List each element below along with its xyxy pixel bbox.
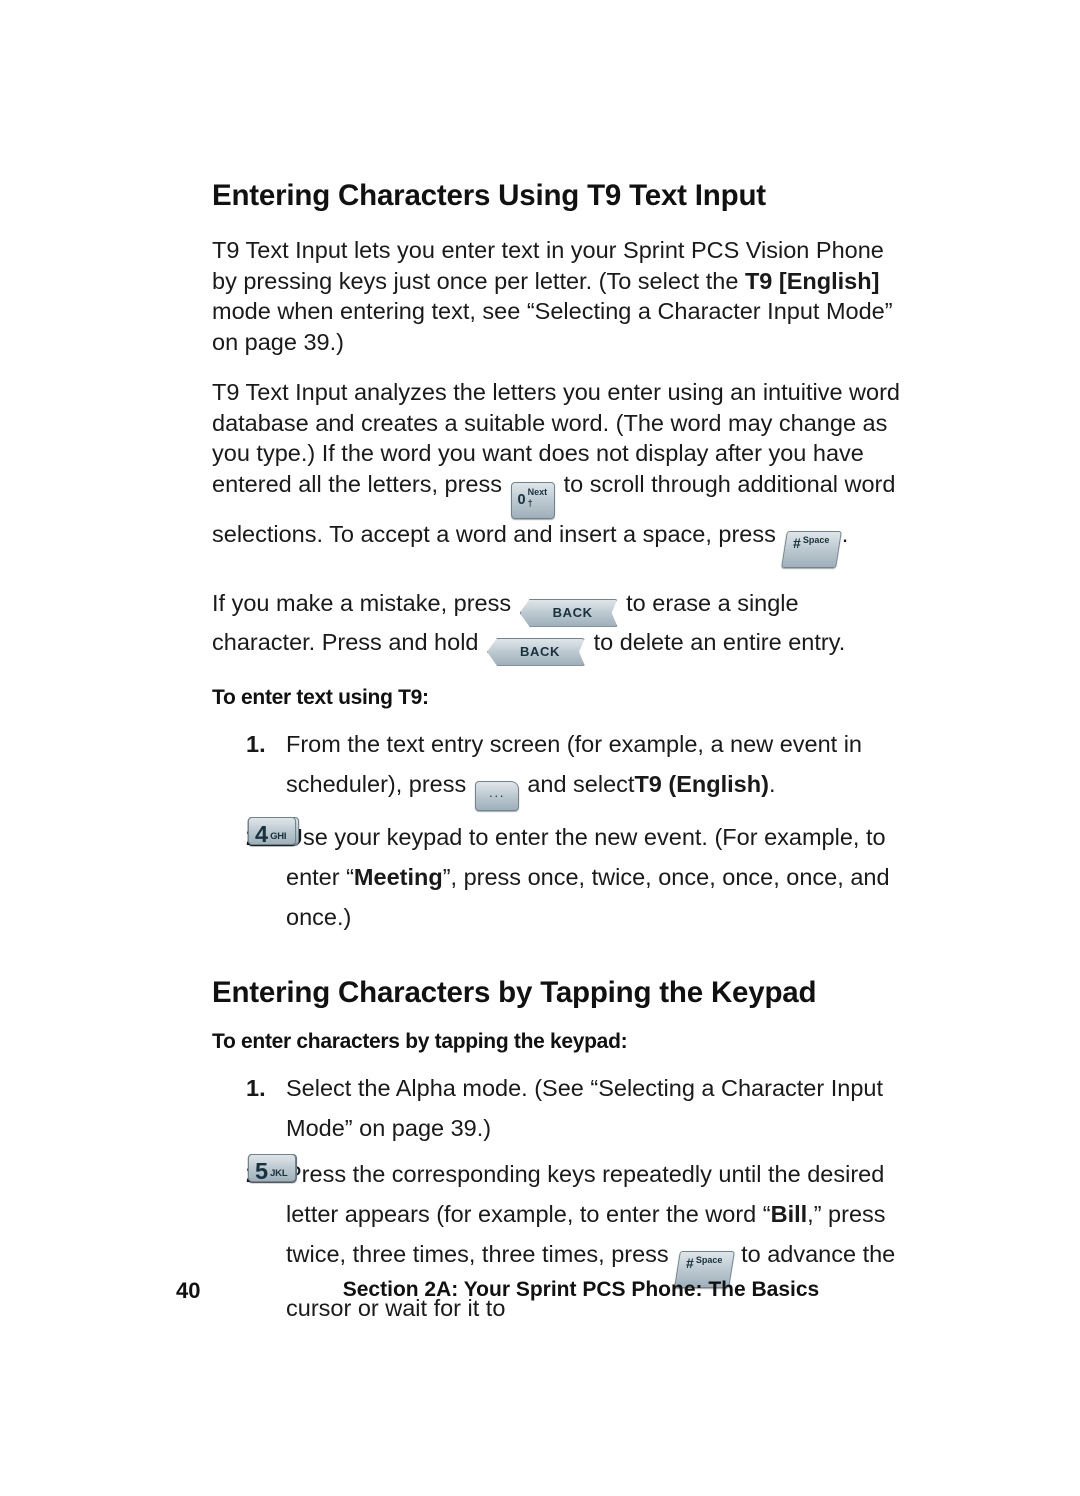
section-title-2: Entering Characters by Tapping the Keypa… [212, 975, 817, 1009]
step-1-text-c: . [768, 770, 776, 797]
paragraph-2: T9 Text Input analyzes the letters you e… [212, 377, 904, 568]
step-1-text-b: and select [527, 770, 635, 797]
key-pound-space-label: Space [803, 534, 830, 545]
footer-section-title: Section 2A: Your Sprint PCS Phone: The B… [342, 1278, 820, 1301]
paragraph-1: T9 Text Input lets you enter text in you… [212, 235, 904, 357]
key-pound-digit: # [793, 534, 802, 551]
paragraph-1-bold: T9 [English] [744, 267, 880, 294]
key-4-letters: GHI [270, 830, 287, 842]
tap-step-2-text-d: three times, press [481, 1241, 669, 1268]
step-2-text-e: once, [722, 863, 780, 890]
key-0-digit: 0 [517, 491, 526, 508]
paragraph-3-part-a: If you make a mistake, press [212, 589, 512, 616]
paragraph-1-part-c: mode when entering text, see “Selecting … [212, 298, 893, 355]
step-2-text-a2: ”, press [442, 863, 522, 890]
key-0-next-label: Next [527, 486, 548, 497]
page-title: Entering Characters Using T9 Text Input [212, 179, 766, 212]
paragraph-3-part-c: to delete an entire entry. [593, 628, 846, 655]
key-pound-space-label: Space [696, 1255, 723, 1266]
tap-step-2-bold: Bill [770, 1201, 808, 1228]
list-item: 1. Select the Alpha mode. (See “Selecting… [212, 1068, 904, 1148]
tap-step-2-text-b: twice, [286, 1241, 347, 1268]
key-back-icon-2: BACK [487, 638, 585, 666]
step-number: 1. [246, 730, 266, 757]
key-pound-digit: # [686, 1255, 695, 1272]
tap-step-1-text: Select the Alpha mode. (See “Selecting a… [286, 1075, 883, 1142]
key-mode-softkey-icon: ··· [474, 780, 519, 811]
list-item: 1. From the text entry screen (for exampl… [212, 724, 904, 811]
key-4-digit: 4 [255, 820, 269, 847]
list-item: 2.Press the corresponding keys repeatedl… [212, 1154, 904, 1328]
key-pound-space-icon: # Space [781, 530, 843, 568]
key-5-letters: JKL [270, 1168, 288, 1180]
steps-list-t9: 1. From the text entry screen (for exampl… [212, 724, 904, 937]
key-back-icon-1: BACK [520, 599, 618, 627]
key-4-icon-2: 4 GHI [248, 816, 296, 847]
subhead-enter-text-t9: To enter text using T9: [212, 685, 429, 709]
step-1-bold: T9 (English) [634, 770, 769, 797]
step-2-text-b: once, [527, 863, 586, 890]
key-0-dagger: † [527, 497, 533, 508]
key-5-digit: 5 [255, 1158, 269, 1185]
key-5-icon: 5 JKL [248, 1154, 296, 1185]
step-2-bold: Meeting [353, 863, 443, 890]
document-page: Entering Characters Using T9 Text Input … [0, 0, 1080, 1496]
key-mode-dots: ··· [488, 787, 505, 803]
step-2-text-f: once, and [786, 863, 890, 890]
paragraph-2-part-c: . [841, 520, 849, 547]
step-number: 1. [246, 1075, 266, 1102]
tap-step-2-text-c: three times, [352, 1241, 476, 1268]
list-item: 2.Use your keypad to enter the new event… [212, 816, 904, 937]
key-0-next-icon: 0 Next † [510, 481, 556, 519]
paragraph-3: If you make a mistake, press BACK to era… [212, 588, 904, 666]
page-content: Entering Characters Using T9 Text Input … [212, 178, 904, 1334]
step-2-text-d: once, [658, 863, 716, 890]
subhead-tap-keypad: To enter characters by tapping the keypa… [212, 1030, 628, 1054]
step-2-text-c: twice, [591, 863, 652, 890]
step-2-text-g: once.) [286, 903, 352, 930]
tap-step-2-text-a2: ,” press [807, 1201, 886, 1228]
